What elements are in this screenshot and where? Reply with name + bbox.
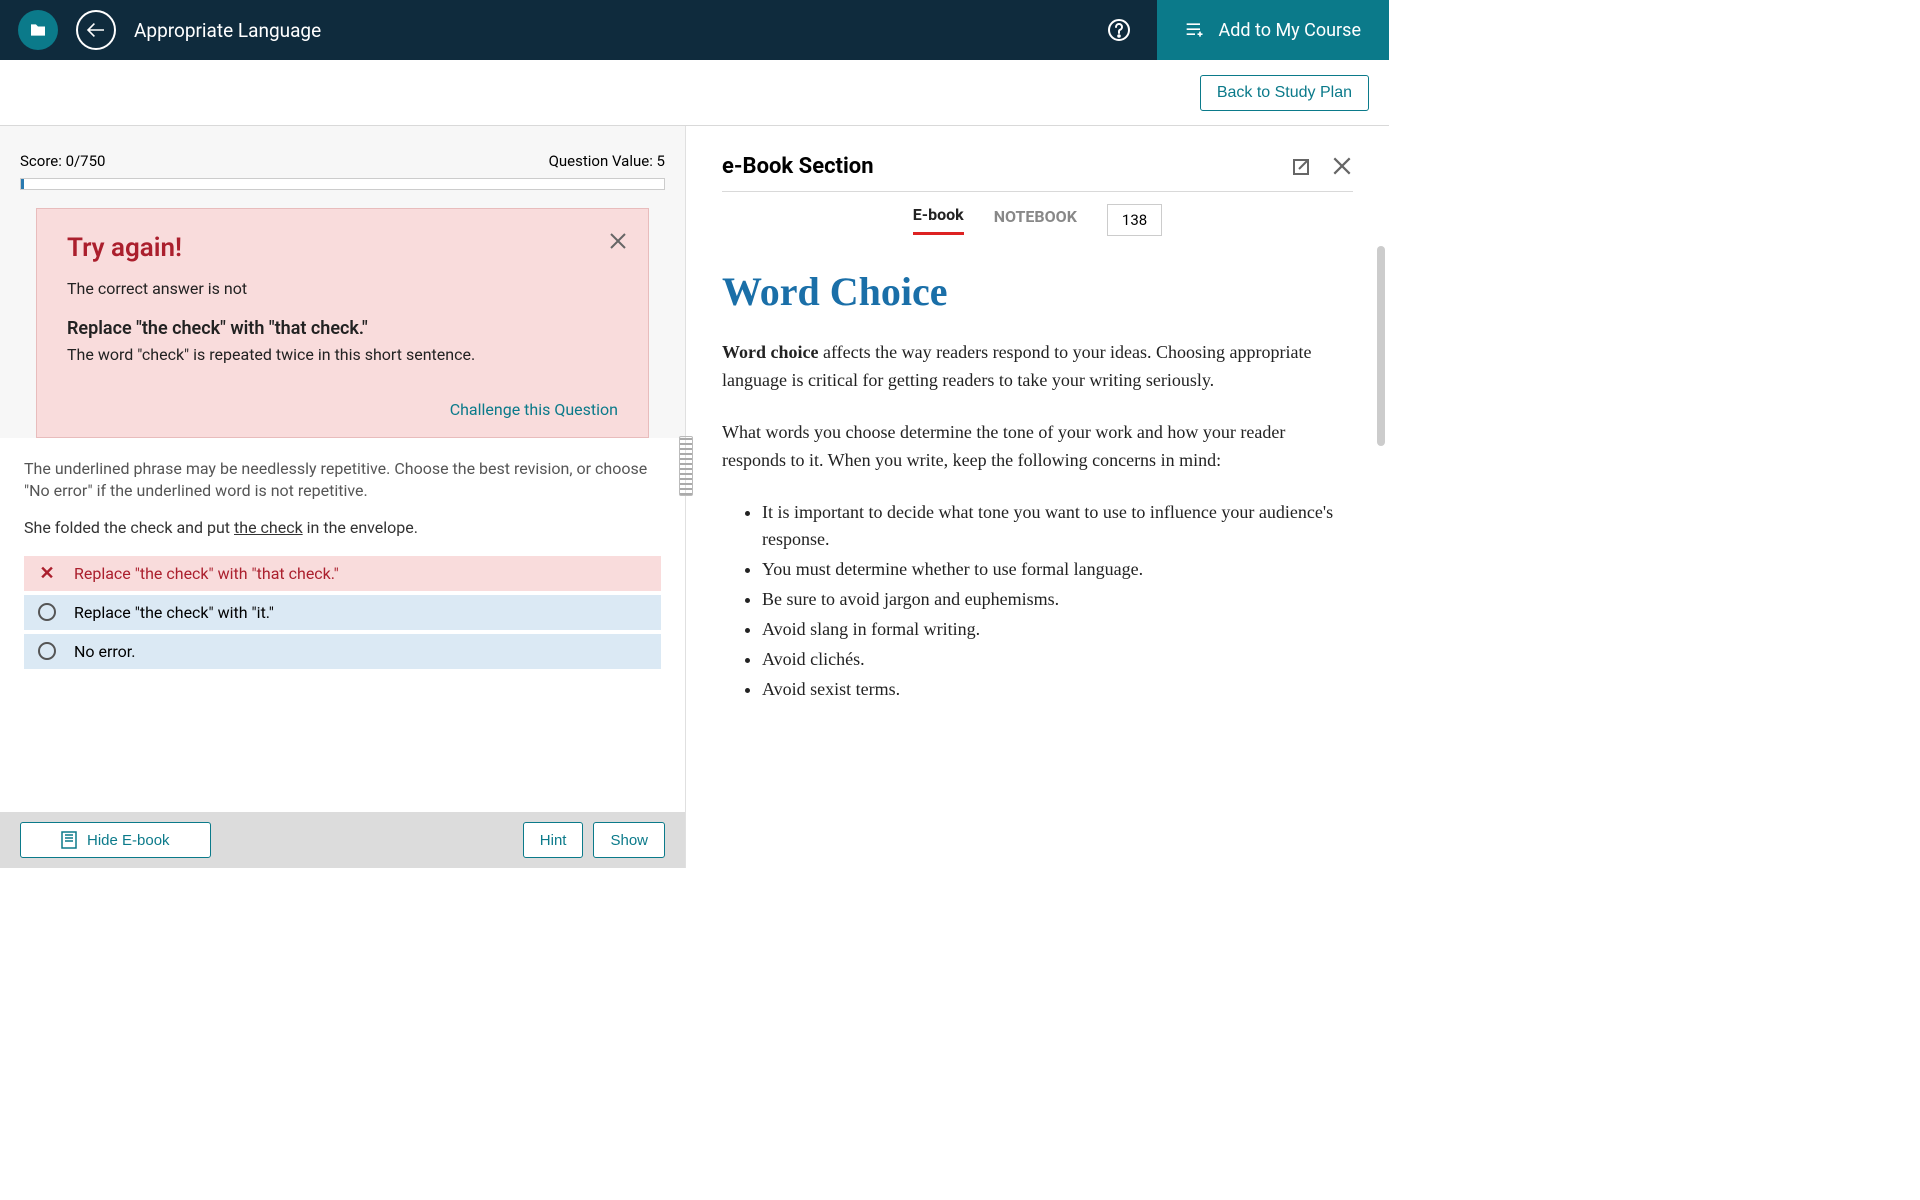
option-b-label: Replace "the check" with "it." xyxy=(74,603,274,622)
ebook-header: e-Book Section xyxy=(722,154,1353,179)
back-button[interactable] xyxy=(76,10,116,50)
ebook-content: Word Choice Word choice affects the way … xyxy=(722,268,1353,852)
back-arrow-icon xyxy=(86,22,106,38)
feedback-answer: Replace "the check" with "that check." xyxy=(67,318,618,339)
folder-button[interactable] xyxy=(18,10,58,50)
progress-bar xyxy=(20,178,665,190)
question-instruction: The underlined phrase may be needlessly … xyxy=(24,458,661,501)
tab-notebook[interactable]: NOTEBOOK xyxy=(994,207,1077,234)
list-item: Avoid sexist terms. xyxy=(762,676,1343,704)
score-row: Score: 0/750 Question Value: 5 xyxy=(0,126,685,178)
list-item: It is important to decide what tone you … xyxy=(762,499,1343,555)
help-icon xyxy=(1107,18,1131,42)
incorrect-x-icon: ✕ xyxy=(38,564,56,582)
sentence-post: in the envelope. xyxy=(303,518,418,537)
page-title: Appropriate Language xyxy=(134,19,321,42)
ebook-actions xyxy=(1289,155,1353,179)
close-icon xyxy=(1331,155,1353,177)
option-c-label: No error. xyxy=(74,642,135,661)
answer-option-b[interactable]: Replace "the check" with "it." xyxy=(24,595,661,630)
close-ebook-button[interactable] xyxy=(1331,155,1353,179)
progress-fill xyxy=(21,179,24,189)
feedback-title: Try again! xyxy=(67,233,618,263)
lead-strong: Word choice xyxy=(722,342,819,362)
content-heading: Word Choice xyxy=(722,268,1343,315)
content-bullets: It is important to decide what tone you … xyxy=(722,499,1343,704)
list-item: Avoid clichés. xyxy=(762,646,1343,674)
answer-option-a[interactable]: ✕ Replace "the check" with "that check." xyxy=(24,556,661,591)
folder-icon xyxy=(29,23,47,37)
scrollbar-thumb[interactable] xyxy=(1377,246,1385,446)
feedback-box: Try again! The correct answer is not Rep… xyxy=(36,208,649,438)
help-button[interactable] xyxy=(1099,10,1139,50)
answer-option-c[interactable]: No error. xyxy=(24,634,661,669)
hide-ebook-label: Hide E-book xyxy=(87,832,170,849)
playlist-add-icon xyxy=(1185,21,1205,39)
list-item: Be sure to avoid jargon and euphemisms. xyxy=(762,586,1343,614)
feedback-explanation: The word "check" is repeated twice in th… xyxy=(67,345,618,364)
feedback-sub: The correct answer is not xyxy=(67,279,618,298)
list-item: Avoid slang in formal writing. xyxy=(762,616,1343,644)
quiz-bottom-bar: Hide E-book Hint Show xyxy=(0,812,685,868)
ebook-panel: e-Book Section E-book NOTEBOOK 138 Word … xyxy=(686,126,1389,868)
content-paragraph-2: What words you choose determine the tone… xyxy=(722,419,1343,475)
header-left: Appropriate Language xyxy=(0,10,321,50)
add-to-course-button[interactable]: Add to My Course xyxy=(1157,0,1390,60)
book-icon xyxy=(61,831,77,849)
back-to-study-plan-button[interactable]: Back to Study Plan xyxy=(1200,75,1369,111)
external-link-icon xyxy=(1289,155,1313,179)
header-right: Add to My Course xyxy=(1099,0,1390,60)
app-header: Appropriate Language Add to My Course xyxy=(0,0,1389,60)
main-content: Score: 0/750 Question Value: 5 Try again… xyxy=(0,126,1389,868)
add-to-course-label: Add to My Course xyxy=(1219,20,1362,41)
show-button[interactable]: Show xyxy=(593,822,665,858)
challenge-question-link[interactable]: Challenge this Question xyxy=(67,400,618,419)
ebook-section-title: e-Book Section xyxy=(722,154,874,179)
content-paragraph-1: Word choice affects the way readers resp… xyxy=(722,339,1343,395)
score-label: Score: 0/750 xyxy=(20,152,105,170)
subheader: Back to Study Plan xyxy=(0,60,1389,126)
tab-ebook[interactable]: E-book xyxy=(913,205,964,235)
ebook-tabs: E-book NOTEBOOK 138 xyxy=(722,192,1353,248)
option-a-label: Replace "the check" with "that check." xyxy=(74,564,339,583)
question-value-label: Question Value: 5 xyxy=(549,152,665,170)
sentence-underlined: the check xyxy=(234,518,303,537)
list-item: You must determine whether to use formal… xyxy=(762,556,1343,584)
page-number-input[interactable]: 138 xyxy=(1107,204,1162,236)
feedback-close-button[interactable] xyxy=(608,231,628,251)
radio-icon xyxy=(38,603,56,621)
hint-button[interactable]: Hint xyxy=(523,822,584,858)
popout-button[interactable] xyxy=(1289,155,1313,179)
question-block: The underlined phrase may be needlessly … xyxy=(0,438,685,812)
quiz-panel: Score: 0/750 Question Value: 5 Try again… xyxy=(0,126,686,868)
close-icon xyxy=(608,231,628,251)
question-sentence: She folded the check and put the check i… xyxy=(24,517,661,539)
sentence-pre: She folded the check and put xyxy=(24,518,234,537)
radio-icon xyxy=(38,642,56,660)
hide-ebook-button[interactable]: Hide E-book xyxy=(20,822,211,858)
